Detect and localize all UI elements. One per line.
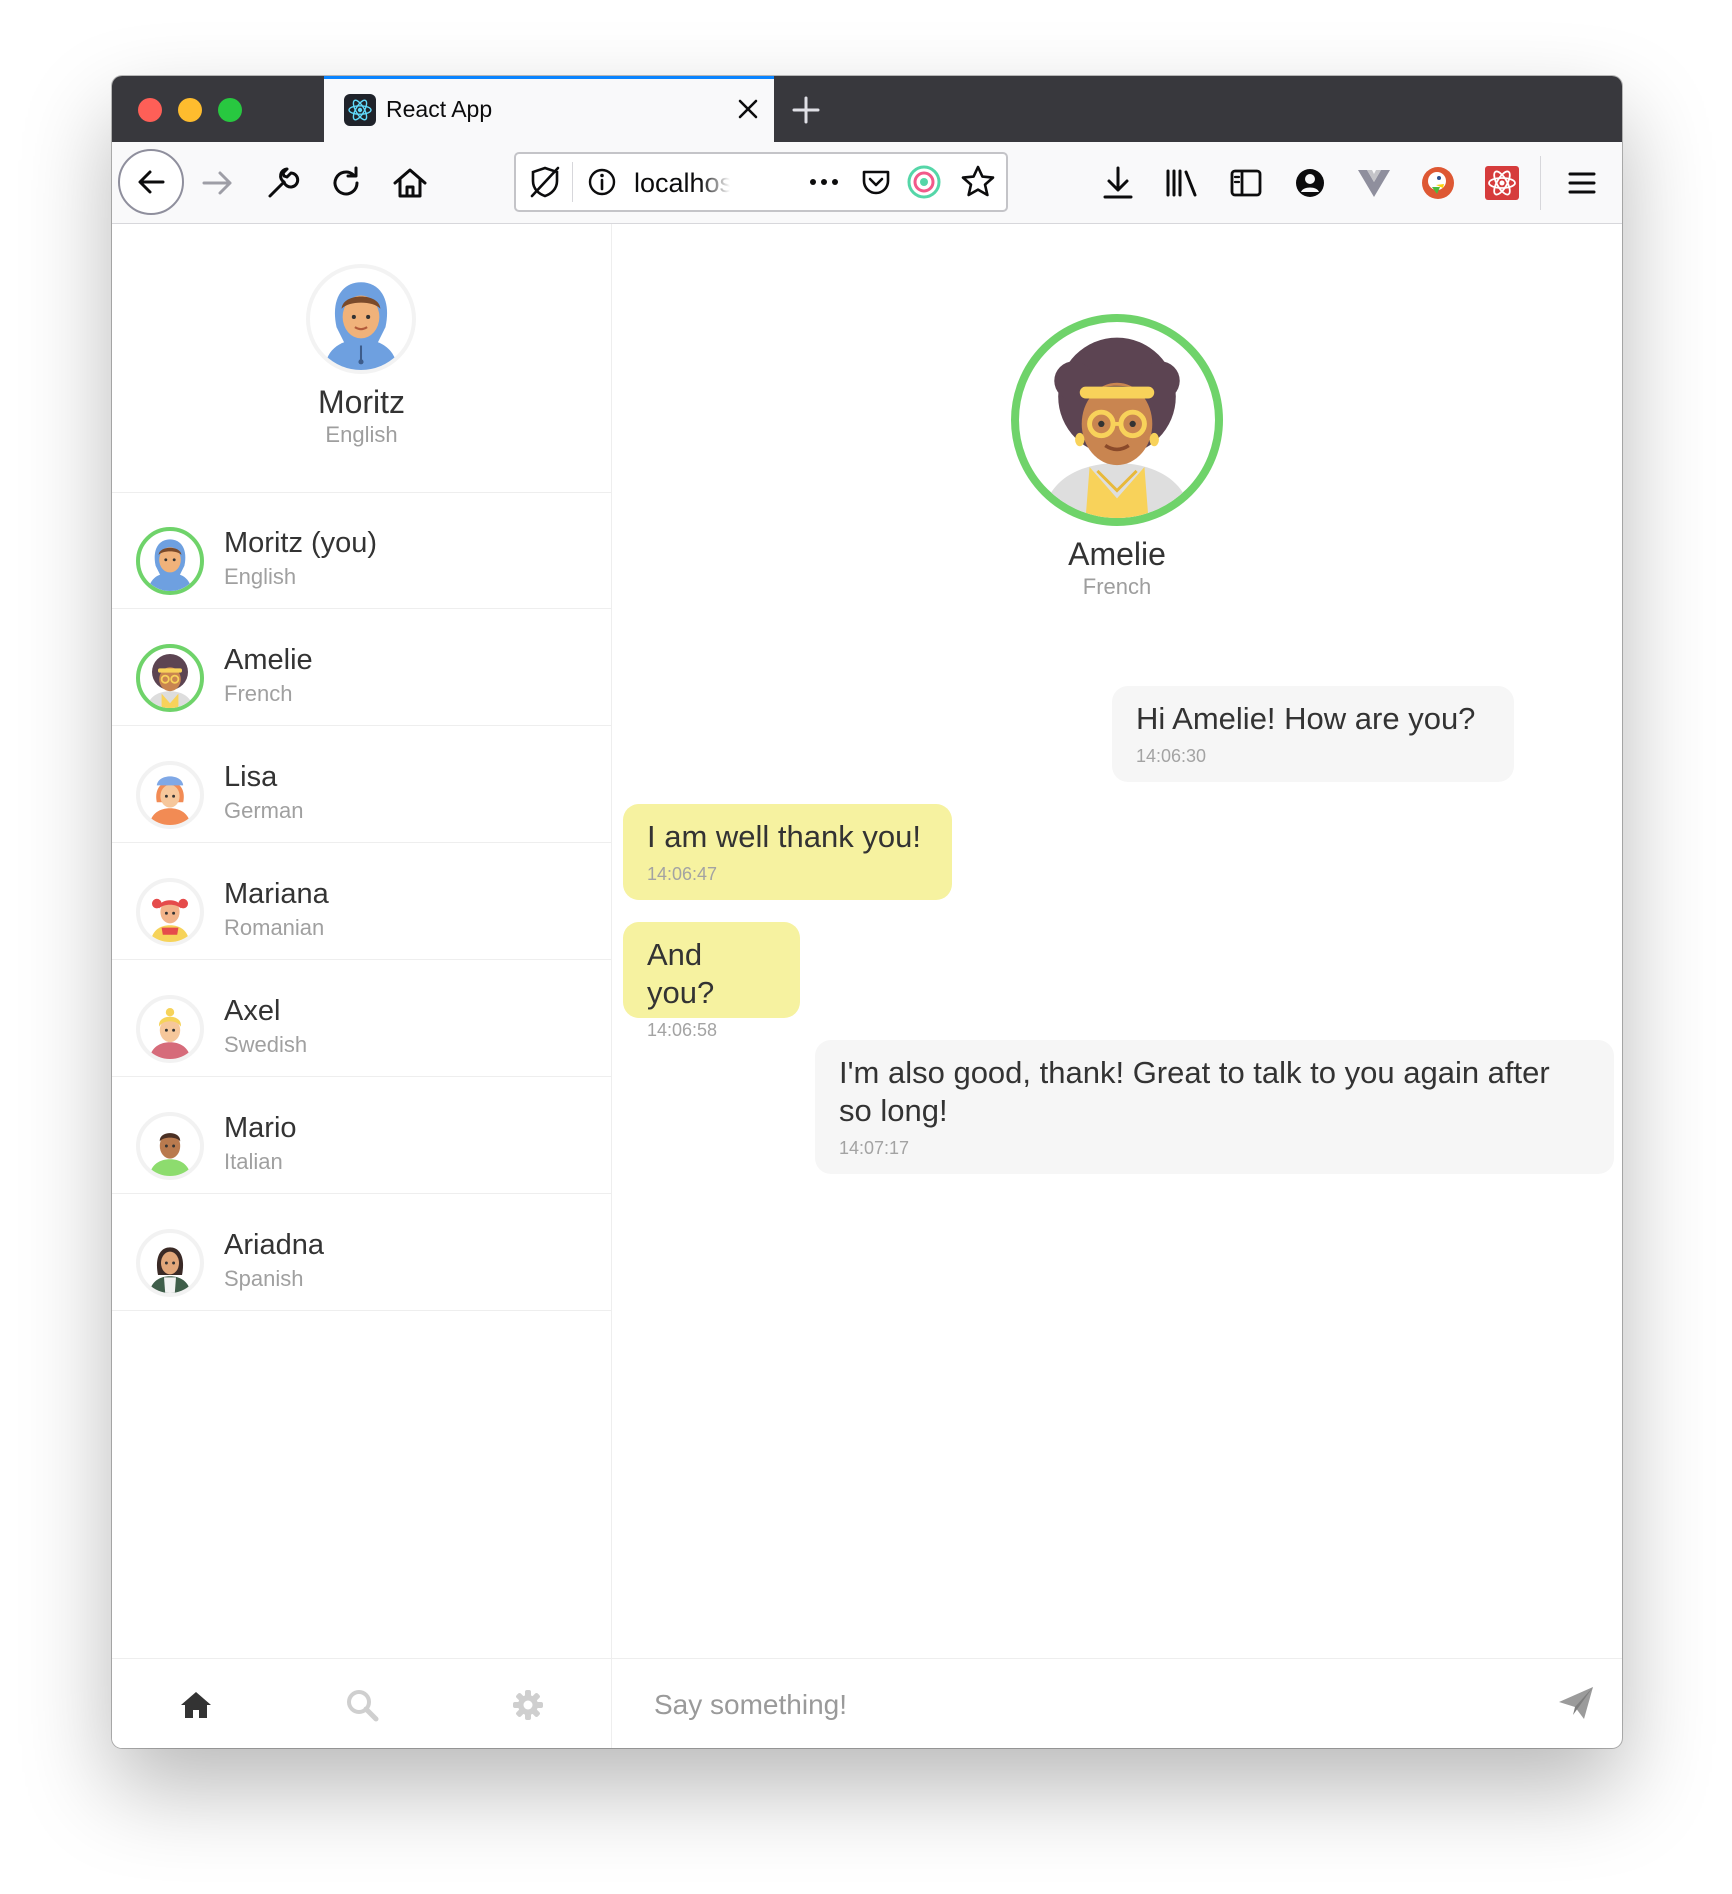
wrench-icon[interactable] <box>262 163 302 203</box>
message-text: I'm also good, thank! Great to talk to y… <box>839 1055 1550 1128</box>
message-text: I am well thank you! <box>647 819 921 854</box>
reload-icon[interactable] <box>326 163 366 203</box>
message-outgoing: I'm also good, thank! Great to talk to y… <box>815 1040 1614 1174</box>
message-incoming: And you? 14:06:58 <box>623 922 800 1040</box>
contact-item-lisa[interactable]: Lisa German <box>112 726 611 843</box>
bottom-navigation <box>112 1658 611 1748</box>
contact-language: Romanian <box>224 915 325 940</box>
message-timestamp: 14:07:17 <box>839 1138 910 1158</box>
tab-title: React App <box>386 96 493 122</box>
account-icon[interactable] <box>1290 163 1330 203</box>
contact-item-mariana[interactable]: Mariana Romanian <box>112 843 611 960</box>
avatar[interactable] <box>1011 314 1223 526</box>
hamburger-menu-icon[interactable] <box>1562 163 1602 203</box>
contact-item-axel[interactable]: Axel Swedish <box>112 960 611 1077</box>
sidebar-toggle-icon[interactable] <box>1226 163 1266 203</box>
navigation-toolbar: localhost <box>112 142 1622 224</box>
close-tab-icon[interactable] <box>730 91 766 127</box>
contact-name: Lisa <box>224 761 278 793</box>
message-timestamp: 14:06:47 <box>647 864 718 884</box>
profile-language: English <box>325 422 398 447</box>
urlbar-separator <box>572 162 573 202</box>
forward-icon[interactable] <box>198 163 238 203</box>
close-window-button[interactable] <box>138 98 162 122</box>
avatar <box>136 1112 204 1180</box>
vue-devtools-icon[interactable] <box>1354 163 1394 203</box>
title-bar: React App <box>112 76 1622 142</box>
contact-item-ariadna[interactable]: Ariadna Spanish <box>112 1194 611 1311</box>
contact-name: Mariana <box>224 878 329 910</box>
contact-language: German <box>224 798 304 823</box>
extension-target-icon[interactable] <box>904 162 944 202</box>
contact-language: Swedish <box>224 1032 308 1057</box>
downloads-icon[interactable] <box>1098 163 1138 203</box>
info-icon[interactable] <box>586 166 618 198</box>
gear-icon[interactable] <box>510 1687 546 1723</box>
avatar <box>136 527 204 595</box>
message-text: And you? <box>647 937 715 1010</box>
duckduckgo-icon[interactable] <box>1418 163 1458 203</box>
message-text: Hi Amelie! How are you? <box>1136 701 1476 736</box>
sidebar: Moritz English Moritz (you) English Amel… <box>112 224 612 1748</box>
avatar <box>136 761 204 829</box>
new-tab-icon[interactable] <box>788 92 824 128</box>
toolbar-separator <box>1540 156 1541 210</box>
search-icon[interactable] <box>344 1687 380 1723</box>
home-icon[interactable] <box>178 1687 214 1723</box>
contact-name: Ariadna <box>224 1229 324 1261</box>
message-timestamp: 14:06:30 <box>1136 746 1207 766</box>
contact-item-amelie[interactable]: Amelie French <box>112 609 611 726</box>
contact-name: Moritz (you) <box>224 527 378 559</box>
minimize-window-button[interactable] <box>178 98 202 122</box>
contact-name: Amelie <box>224 644 313 676</box>
message-incoming: I am well thank you! 14:06:47 <box>623 804 952 900</box>
bookmark-star-icon[interactable] <box>958 162 998 202</box>
back-button[interactable] <box>118 149 184 215</box>
avatar <box>136 878 204 946</box>
profile-name: Moritz <box>317 384 406 420</box>
url-bar[interactable]: localhost <box>514 152 1008 212</box>
contact-language: Italian <box>224 1149 283 1174</box>
react-favicon-icon <box>344 94 376 126</box>
react-devtools-icon[interactable] <box>1482 163 1522 203</box>
contact-language: English <box>224 564 297 589</box>
contact-item-mario[interactable]: Mario Italian <box>112 1077 611 1194</box>
contact-name: Axel <box>224 995 281 1027</box>
chat-panel: Amelie French Hi Amelie! How are you? 14… <box>612 224 1622 1748</box>
message-input[interactable] <box>652 1679 1536 1731</box>
chat-app: Moritz English Moritz (you) English Amel… <box>112 224 1622 1748</box>
avatar <box>136 995 204 1063</box>
contact-language: Spanish <box>224 1266 304 1291</box>
tab-react-app[interactable]: React App <box>324 76 774 142</box>
zoom-window-button[interactable] <box>218 98 242 122</box>
page-actions-icon[interactable] <box>806 166 842 198</box>
message-composer <box>612 1658 1622 1748</box>
avatar[interactable] <box>306 264 416 374</box>
contact-language: French <box>224 681 293 706</box>
send-icon[interactable] <box>1556 1683 1596 1723</box>
chat-partner-language: French <box>1082 574 1152 599</box>
chat-partner-name: Amelie <box>1068 536 1166 572</box>
tracking-protection-icon[interactable] <box>528 164 562 200</box>
browser-window: React App localhost Moritz English Morit… <box>112 76 1622 1748</box>
message-outgoing: Hi Amelie! How are you? 14:06:30 <box>1112 686 1514 782</box>
avatar <box>136 644 204 712</box>
avatar <box>136 1229 204 1297</box>
home-icon[interactable] <box>390 163 430 203</box>
message-timestamp: 14:06:58 <box>647 1020 718 1040</box>
contact-item-moritz[interactable]: Moritz (you) English <box>112 492 611 609</box>
contact-name: Mario <box>224 1112 297 1144</box>
pocket-icon[interactable] <box>858 164 894 200</box>
library-icon[interactable] <box>1162 163 1202 203</box>
user-profile: Moritz English <box>112 224 611 493</box>
